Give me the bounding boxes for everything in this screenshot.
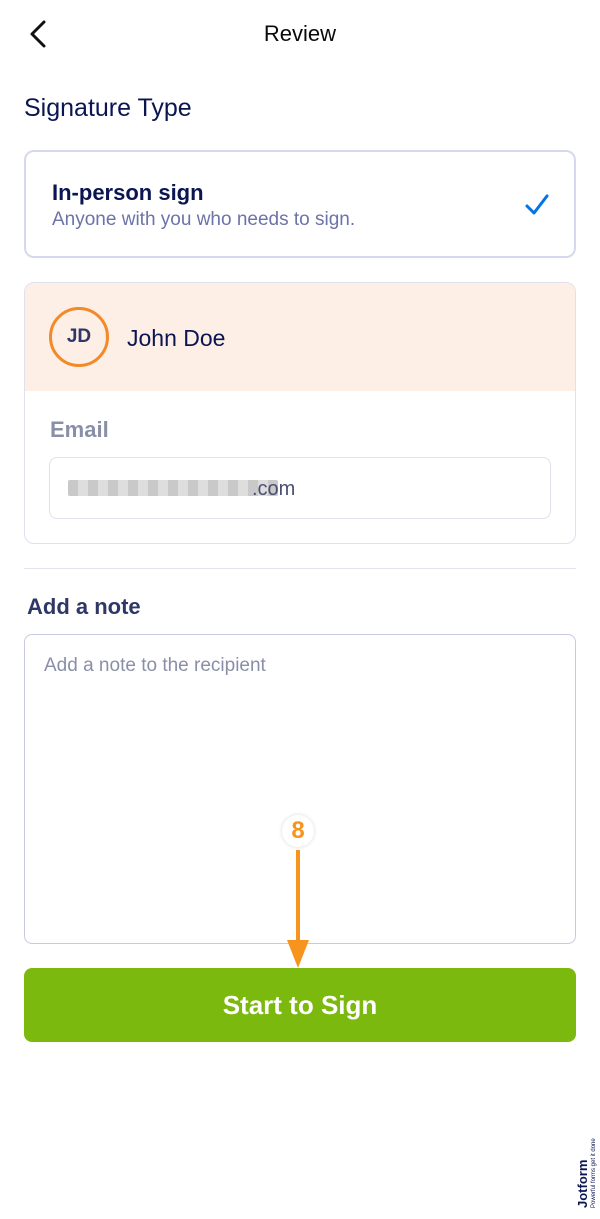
avatar: JD (49, 307, 109, 367)
logo-wordmark: Jotform (575, 1159, 590, 1208)
note-label: Add a note (27, 594, 141, 619)
jotform-logo: Jotform Powerful forms get it done (572, 1124, 598, 1208)
signer-header: JD John Doe (25, 283, 575, 391)
signature-type-heading: Signature Type (24, 94, 192, 122)
start-to-sign-button[interactable]: Start to Sign (24, 968, 576, 1042)
option-subtitle: Anyone with you who needs to sign. (52, 209, 356, 230)
step-badge: 8 (282, 815, 314, 847)
email-suffix: .com (252, 478, 296, 500)
in-person-sign-option[interactable]: In-person sign Anyone with you who needs… (24, 150, 576, 258)
email-field[interactable]: .com (49, 457, 551, 519)
logo-tagline: Powerful forms get it done (591, 1138, 597, 1208)
page-title: Review (263, 21, 337, 46)
option-title: In-person sign (52, 180, 204, 205)
top-bar: Review (0, 0, 600, 70)
email-label: Email (50, 417, 109, 442)
signer-card: JD John Doe Email .com (24, 282, 576, 544)
arrow-down-icon (287, 850, 309, 968)
email-redacted (68, 480, 278, 496)
checkmark-icon (525, 194, 549, 215)
signer-name: John Doe (127, 325, 226, 351)
divider (24, 568, 576, 569)
